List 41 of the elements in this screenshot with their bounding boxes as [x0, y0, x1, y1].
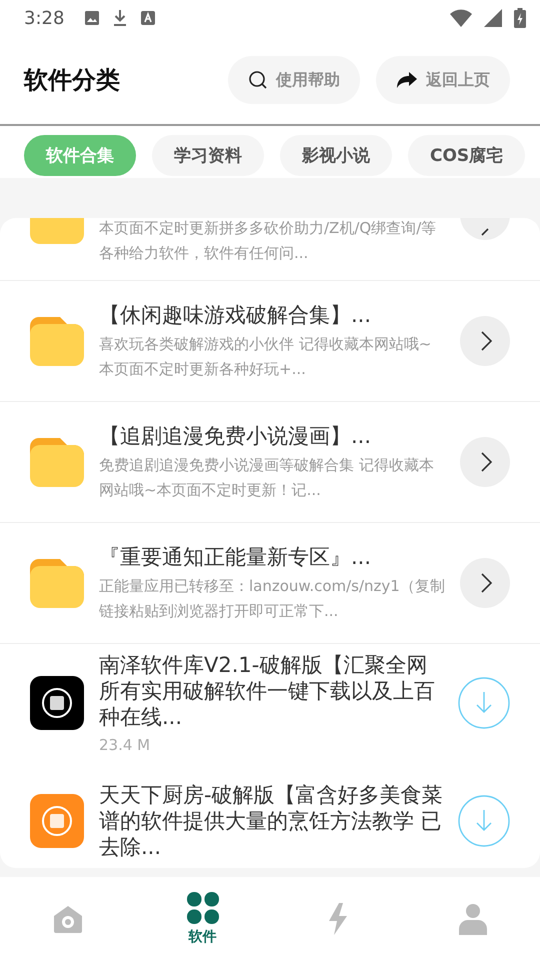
folder-row[interactable]: 『重要通知正能量新专区』... 正能量应用已转移至：lanzouw.com/s/nzy1（复制链接粘贴到浏览器打开即可正常下... — [0, 523, 540, 644]
app-row[interactable]: 天天下厨房-破解版【富含好多美食菜谱的软件提供大量的烹饪方法教学 已去除... — [0, 762, 540, 868]
item-title: 『重要通知正能量新专区』... — [99, 544, 372, 570]
battery-icon — [514, 8, 526, 28]
signal-icon — [484, 9, 502, 27]
status-time: 3:28 — [24, 8, 64, 28]
keyboard-icon — [140, 10, 156, 26]
image-icon — [84, 10, 100, 26]
category-tab[interactable]: 影视小说 — [280, 135, 392, 176]
chevron-icon[interactable] — [460, 316, 510, 366]
bolt-icon — [326, 902, 348, 934]
folder-icon — [30, 316, 84, 366]
folder-icon — [30, 558, 84, 608]
apps-icon — [186, 892, 218, 924]
item-title: 【休闲趣味游戏破解合集】... — [99, 302, 372, 328]
folder-row[interactable]: 【追剧追漫免费小说漫画】... 免费追剧追漫免费小说漫画等破解合集 记得收藏本网站哦~本页面不定时更新！记... — [0, 402, 540, 523]
folder-icon — [30, 218, 84, 244]
item-description: 正能量应用已转移至：lanzouw.com/s/nzy1（复制链接粘贴到浏览器打开即可正常下... — [99, 576, 445, 622]
folder-icon — [30, 437, 84, 487]
download-icon — [112, 9, 128, 27]
item-description: 喜欢玩各类破解游戏的小伙伴 记得收藏本网站哦~本页面不定时更新各种好玩+... — [99, 334, 432, 380]
wifi-icon — [450, 9, 472, 27]
app-row[interactable]: 南泽软件库V2.1-破解版【汇聚全网所有实用破解软件一键下载以及上百种在线... 23.4 M — [0, 644, 540, 762]
category-tab[interactable]: 学习资料 — [152, 135, 264, 176]
download-icon[interactable] — [458, 795, 510, 847]
app-title: 南泽软件库V2.1-破解版【汇聚全网所有实用破解软件一键下载以及上百种在线... — [99, 652, 436, 730]
category-tab[interactable]: COS腐宅 — [408, 135, 526, 176]
app-title: 天天下厨房-破解版【富含好多美食菜谱的软件提供大量的烹饪方法教学 已去除... — [99, 782, 443, 860]
chevron-icon[interactable] — [460, 558, 510, 608]
item-description: 本页面不定时更新拼多多砍价助力/Z机/Q绑查询/等各种给力软件，软件有任何问... — [99, 218, 438, 264]
download-icon[interactable] — [458, 677, 510, 729]
item-description: 免费追剧追漫免费小说漫画等破解合集 记得收藏本网站哦~本页面不定时更新！记... — [99, 454, 435, 500]
person-icon — [458, 902, 486, 934]
page-title: 软件分类 — [24, 65, 120, 96]
file-size: 23.4 M — [99, 736, 152, 754]
chevron-icon[interactable] — [460, 218, 510, 240]
share-icon — [396, 71, 418, 89]
item-title: 【追剧追漫免费小说漫画】... — [99, 422, 372, 450]
chevron-icon[interactable] — [460, 437, 510, 487]
search-icon — [248, 70, 268, 90]
folder-row[interactable]: 【休闲趣味游戏破解合集】... 喜欢玩各类破解游戏的小伙伴 记得收藏本网站哦~本页面不定时更新各种好玩+... — [0, 281, 540, 402]
